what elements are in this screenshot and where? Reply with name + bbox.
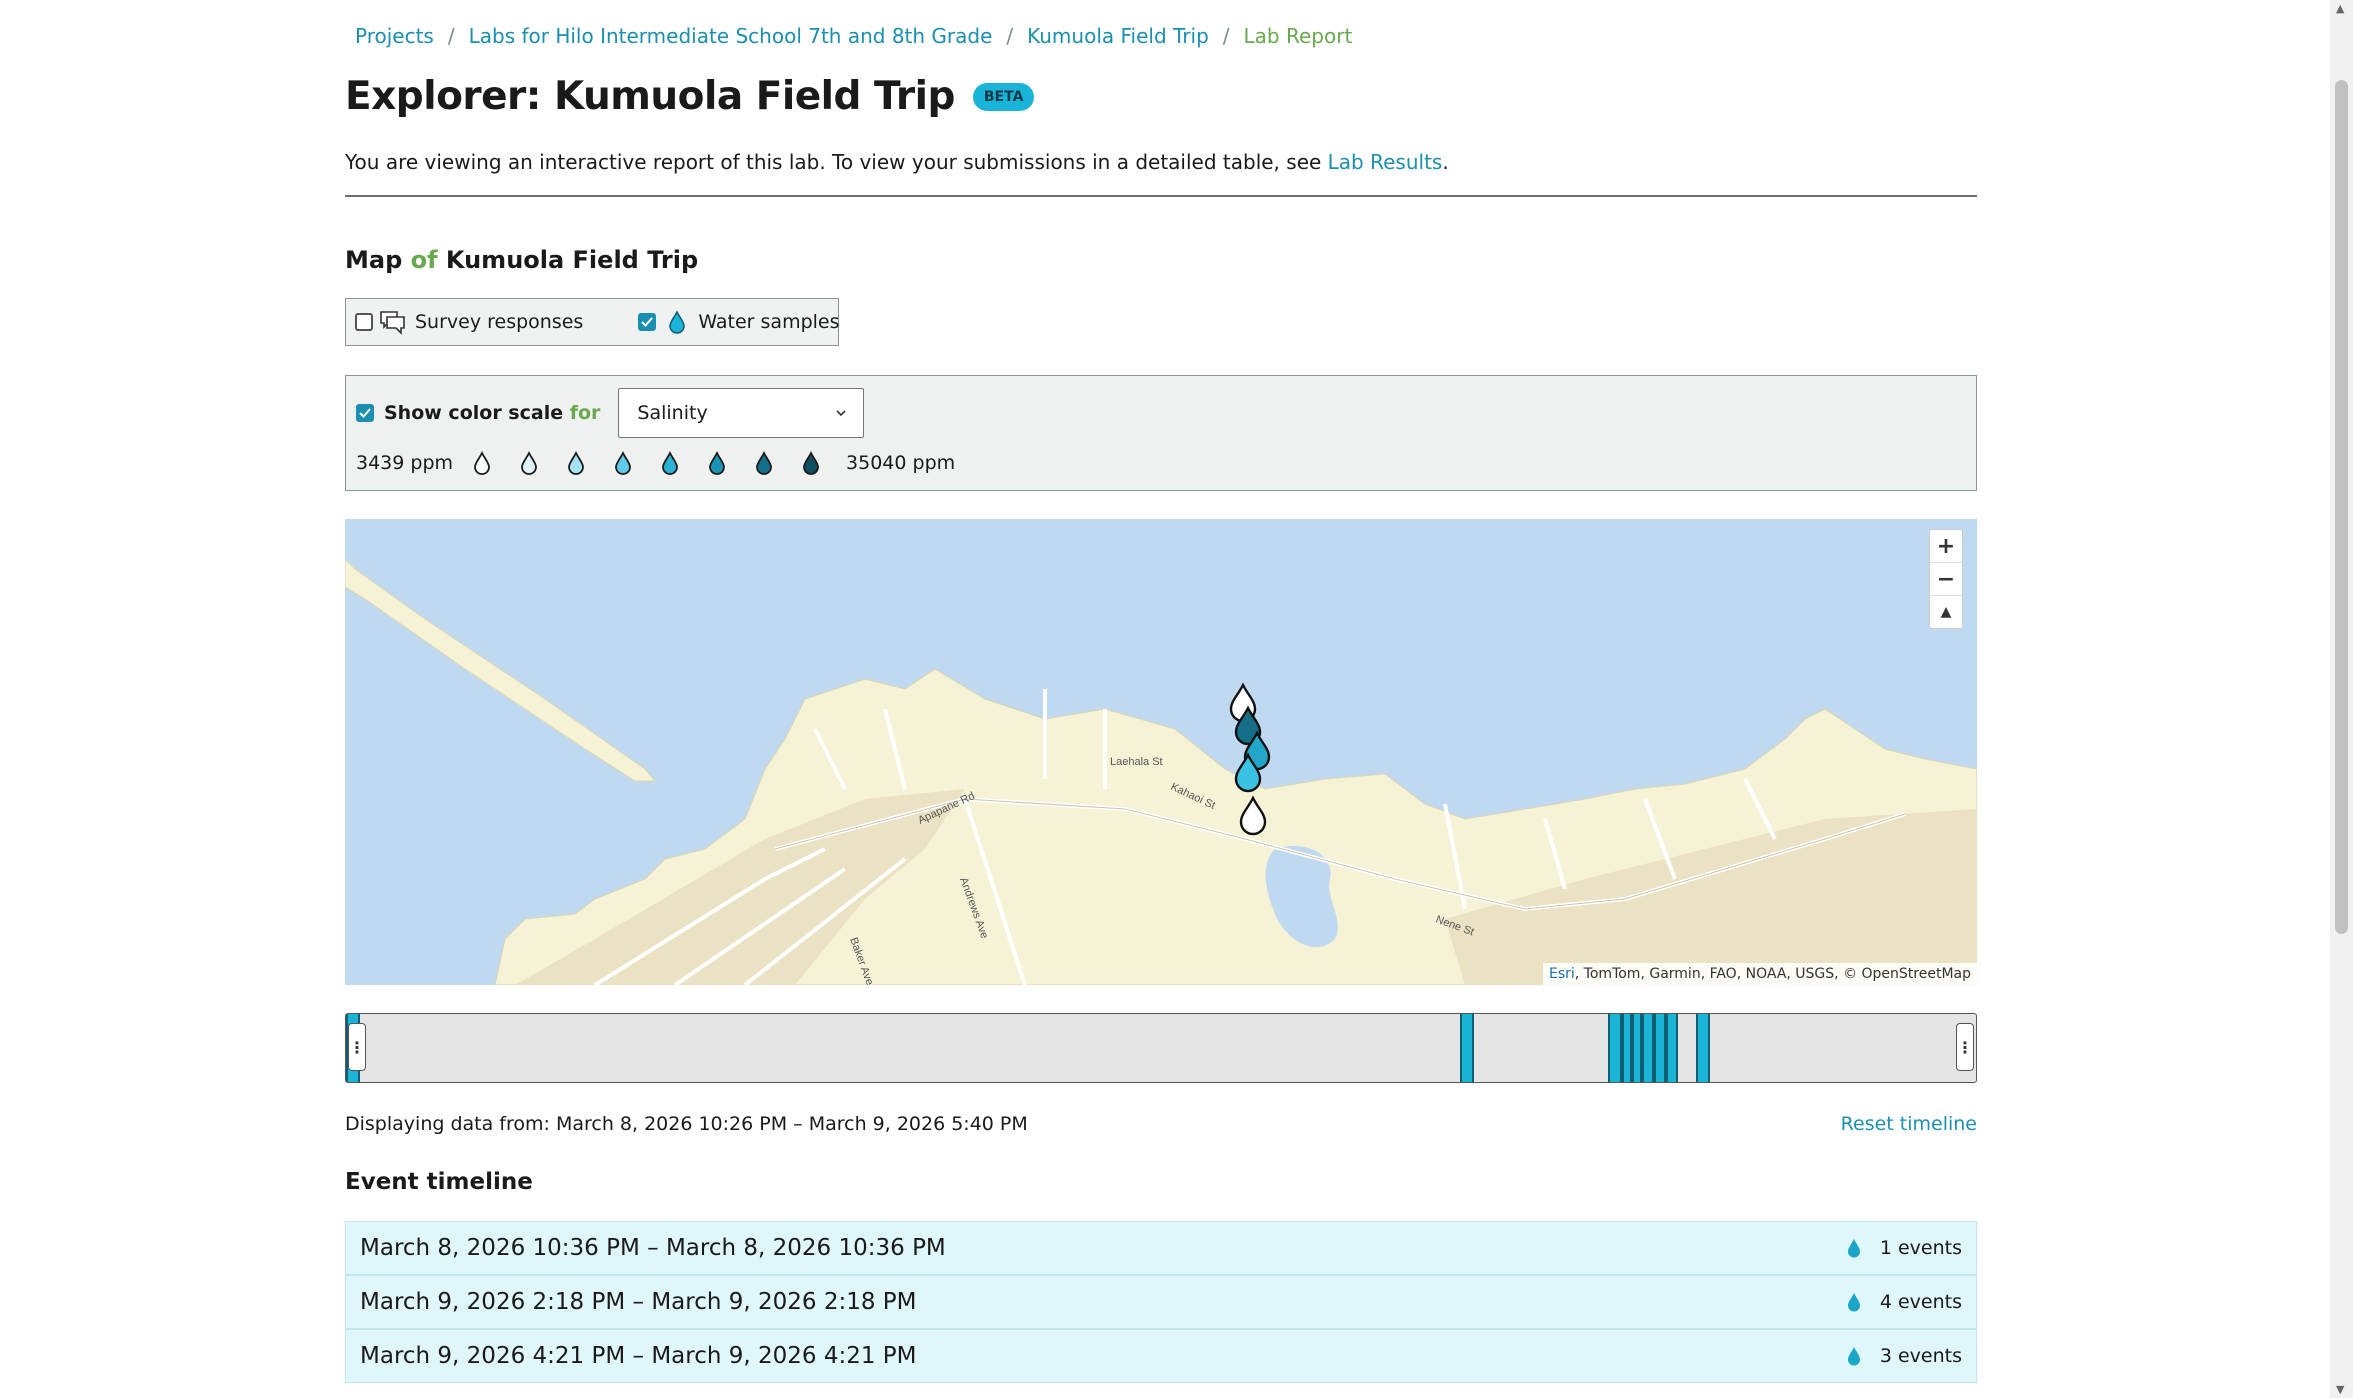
show-color-scale-checkbox[interactable]: [356, 404, 374, 422]
event-count-label: 4 events: [1879, 1291, 1962, 1313]
color-scale-drop-icon: [474, 450, 490, 475]
displaying-range-value: March 8, 2026 10:26 PM – March 9, 2026 5…: [555, 1113, 1028, 1135]
displaying-label: Displaying data from:: [345, 1113, 556, 1135]
breadcrumb-separator: /: [1222, 24, 1230, 48]
water-drop-icon: [1847, 1239, 1860, 1258]
divider: [345, 195, 1977, 197]
color-scale-drop-icon: [756, 450, 772, 475]
timeline-event-bar: [1632, 1014, 1642, 1082]
zoom-in-button[interactable]: +: [1930, 530, 1962, 563]
lab-results-link[interactable]: Lab Results: [1328, 150, 1443, 174]
breadcrumb-labs-link[interactable]: Labs for Hilo Intermediate School 7th an…: [469, 24, 993, 48]
timeline-start-handle[interactable]: ⋮: [348, 1023, 366, 1071]
survey-responses-label: Survey responses: [415, 311, 584, 333]
color-scale-drops: [469, 450, 824, 476]
street-label: Laehala St: [1110, 756, 1163, 768]
event-range: March 9, 2026 4:21 PM – March 9, 2026 4:…: [360, 1343, 917, 1369]
water-samples-toggle[interactable]: Water samples: [638, 310, 840, 334]
event-range: March 9, 2026 2:18 PM – March 9, 2026 2:…: [360, 1289, 917, 1315]
displaying-range: Displaying data from: March 8, 2026 10:2…: [345, 1113, 1028, 1135]
event-row[interactable]: March 8, 2026 10:36 PM – March 8, 2026 1…: [345, 1221, 1977, 1275]
event-range: March 8, 2026 10:36 PM – March 8, 2026 1…: [360, 1235, 946, 1261]
breadcrumb-current: Lab Report: [1243, 24, 1353, 48]
water-drop-icon: [1847, 1347, 1860, 1366]
scrollbar-thumb[interactable]: [2335, 80, 2348, 934]
timeline-event-bar: [1622, 1014, 1632, 1082]
breadcrumb-separator: /: [1006, 24, 1014, 48]
breadcrumb-separator: /: [447, 24, 455, 48]
color-scale-drop-icon: [521, 450, 537, 475]
color-scale-max: 35040 ppm: [846, 452, 956, 474]
map-title-prefix: Map: [345, 246, 411, 274]
survey-responses-toggle[interactable]: Survey responses: [355, 308, 583, 336]
parameter-select-value: Salinity: [637, 402, 708, 424]
color-scale-drop-icon: [615, 450, 631, 475]
breadcrumb: Projects / Labs for Hilo Intermediate Scho…: [355, 24, 1352, 48]
color-scale-drop-icon: [709, 450, 725, 475]
intro-text: You are viewing an interactive report of…: [345, 150, 1449, 174]
color-scale-legend: 3439 ppm 35040 ppm: [356, 450, 955, 476]
timeline-end-handle[interactable]: ⋮: [1956, 1023, 1974, 1071]
survey-responses-checkbox[interactable]: [355, 313, 373, 331]
page-scrollbar[interactable]: ▲ ▼: [2330, 0, 2353, 1398]
color-scale-drop-icon: [662, 450, 678, 475]
event-count-label: 3 events: [1879, 1345, 1962, 1367]
color-scale-panel: Show color scale for Salinity 3439 ppm 3…: [345, 375, 1977, 491]
basemap: Laehala St Kahaoi St Apapane Rd Andrews …: [345, 558, 1977, 985]
beta-badge: BETA: [972, 82, 1035, 111]
event-list: March 8, 2026 10:36 PM – March 8, 2026 1…: [345, 1221, 1977, 1383]
scroll-down-icon[interactable]: ▼: [2336, 1383, 2344, 1396]
intro-sentence: You are viewing an interactive report of…: [345, 150, 1328, 174]
chat-bubbles-icon: [380, 311, 405, 335]
zoom-controls: + − ▲: [1929, 529, 1963, 629]
page-title: Explorer: Kumuola Field Trip: [345, 74, 955, 119]
layer-toggles: Survey responses Water samples: [345, 298, 840, 346]
breadcrumb-projects-link[interactable]: Projects: [355, 24, 434, 48]
show-color-scale-label: Show color scale for: [384, 402, 601, 424]
timeline-event-bar: [1696, 1014, 1710, 1082]
title-row: Explorer: Kumuola Field Trip BETA: [345, 74, 1035, 119]
color-scale-controls: Show color scale for Salinity: [356, 388, 865, 438]
intro-period: .: [1442, 150, 1449, 174]
water-samples-checkbox[interactable]: [638, 313, 657, 331]
water-drop-icon: [669, 310, 686, 334]
color-scale-drop-icon: [803, 450, 819, 475]
timeline-event-bar: [1642, 1014, 1654, 1082]
map-section-title: Map of Kumuola Field Trip: [345, 246, 698, 274]
timeline-slider[interactable]: ⋮ ⋮: [345, 1013, 1977, 1083]
event-timeline-title: Event timeline: [345, 1169, 533, 1195]
event-row[interactable]: March 9, 2026 4:21 PM – March 9, 2026 4:…: [345, 1329, 1977, 1383]
timeline-event-bar: [1654, 1014, 1666, 1082]
parameter-select[interactable]: Salinity: [618, 388, 865, 438]
water-drop-icon: [1847, 1293, 1860, 1312]
esri-link[interactable]: Esri: [1549, 966, 1575, 982]
timeline-event-bar: [1666, 1014, 1678, 1082]
map-view[interactable]: Laehala St Kahaoi St Apapane Rd Andrews …: [345, 519, 1977, 985]
reset-timeline-link[interactable]: Reset timeline: [1841, 1113, 1977, 1135]
event-count: 1 events: [1846, 1237, 1962, 1259]
event-count: 3 events: [1846, 1345, 1962, 1367]
event-count-label: 1 events: [1879, 1237, 1962, 1259]
scroll-up-icon[interactable]: ▲: [2336, 2, 2344, 15]
color-scale-drop-icon: [568, 450, 584, 475]
zoom-out-button[interactable]: −: [1930, 563, 1962, 596]
event-count: 4 events: [1846, 1291, 1962, 1313]
timeline-event-bar: [1608, 1014, 1622, 1082]
reset-north-button[interactable]: ▲: [1930, 596, 1962, 628]
event-row[interactable]: March 9, 2026 2:18 PM – March 9, 2026 2:…: [345, 1275, 1977, 1329]
water-samples-label: Water samples: [698, 311, 840, 333]
breadcrumb-field-trip-link[interactable]: Kumuola Field Trip: [1027, 24, 1209, 48]
map-title-of: of: [410, 246, 438, 274]
chevron-down-icon: [836, 410, 846, 417]
color-scale-min: 3439 ppm: [356, 452, 454, 474]
map-attribution: Esri, TomTom, Garmin, FAO, NOAA, USGS, ©…: [1543, 963, 1977, 985]
timeline-event-bar: [1460, 1014, 1474, 1082]
map-title-suffix: Kumuola Field Trip: [437, 246, 699, 274]
